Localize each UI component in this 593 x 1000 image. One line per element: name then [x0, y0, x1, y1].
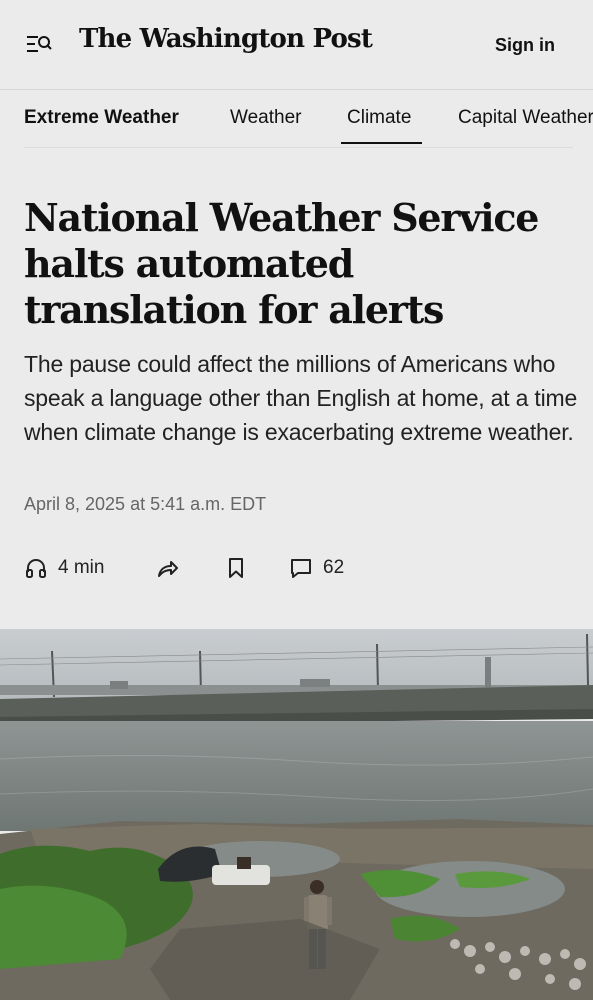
nav-item-capital-weather-gang[interactable]: Capital Weather Gang — [458, 107, 593, 129]
lead-photo-image — [0, 629, 593, 1000]
active-tab-indicator — [341, 142, 422, 144]
sign-in-button[interactable]: Sign in — [495, 35, 555, 56]
bookmark-icon — [229, 558, 243, 578]
publish-date: April 8, 2025 at 5:41 a.m. EDT — [24, 494, 267, 514]
nav-item-extreme-weather[interactable]: Extreme Weather — [24, 107, 179, 129]
nav-item-weather[interactable]: Weather — [230, 107, 301, 129]
comments-count: 62 — [323, 557, 345, 578]
share-button[interactable] — [156, 552, 180, 584]
section-nav: Extreme Weather Weather Climate Capital … — [0, 90, 593, 148]
save-button[interactable] — [224, 552, 248, 584]
share-icon — [158, 561, 178, 577]
listen-duration: 4 min — [58, 557, 105, 578]
comments-button[interactable]: 62 — [289, 552, 344, 584]
menu-search-button[interactable] — [24, 31, 54, 59]
site-header: The Washington Post Sign in — [0, 0, 593, 90]
menu-search-icon — [27, 36, 52, 52]
comment-icon — [291, 559, 311, 578]
article-actions: 4 min 62 — [24, 552, 569, 584]
article-headline: National Weather Service halts automated… — [24, 195, 539, 332]
site-logo[interactable]: The Washington Post — [79, 24, 373, 54]
listen-button[interactable]: 4 min — [24, 552, 104, 584]
nav-divider — [24, 147, 573, 148]
headphones-icon — [26, 559, 46, 578]
article-dek: The pause could affect the millions of A… — [24, 351, 578, 445]
lead-photo[interactable] — [0, 629, 593, 1000]
nav-item-climate[interactable]: Climate — [347, 107, 411, 129]
